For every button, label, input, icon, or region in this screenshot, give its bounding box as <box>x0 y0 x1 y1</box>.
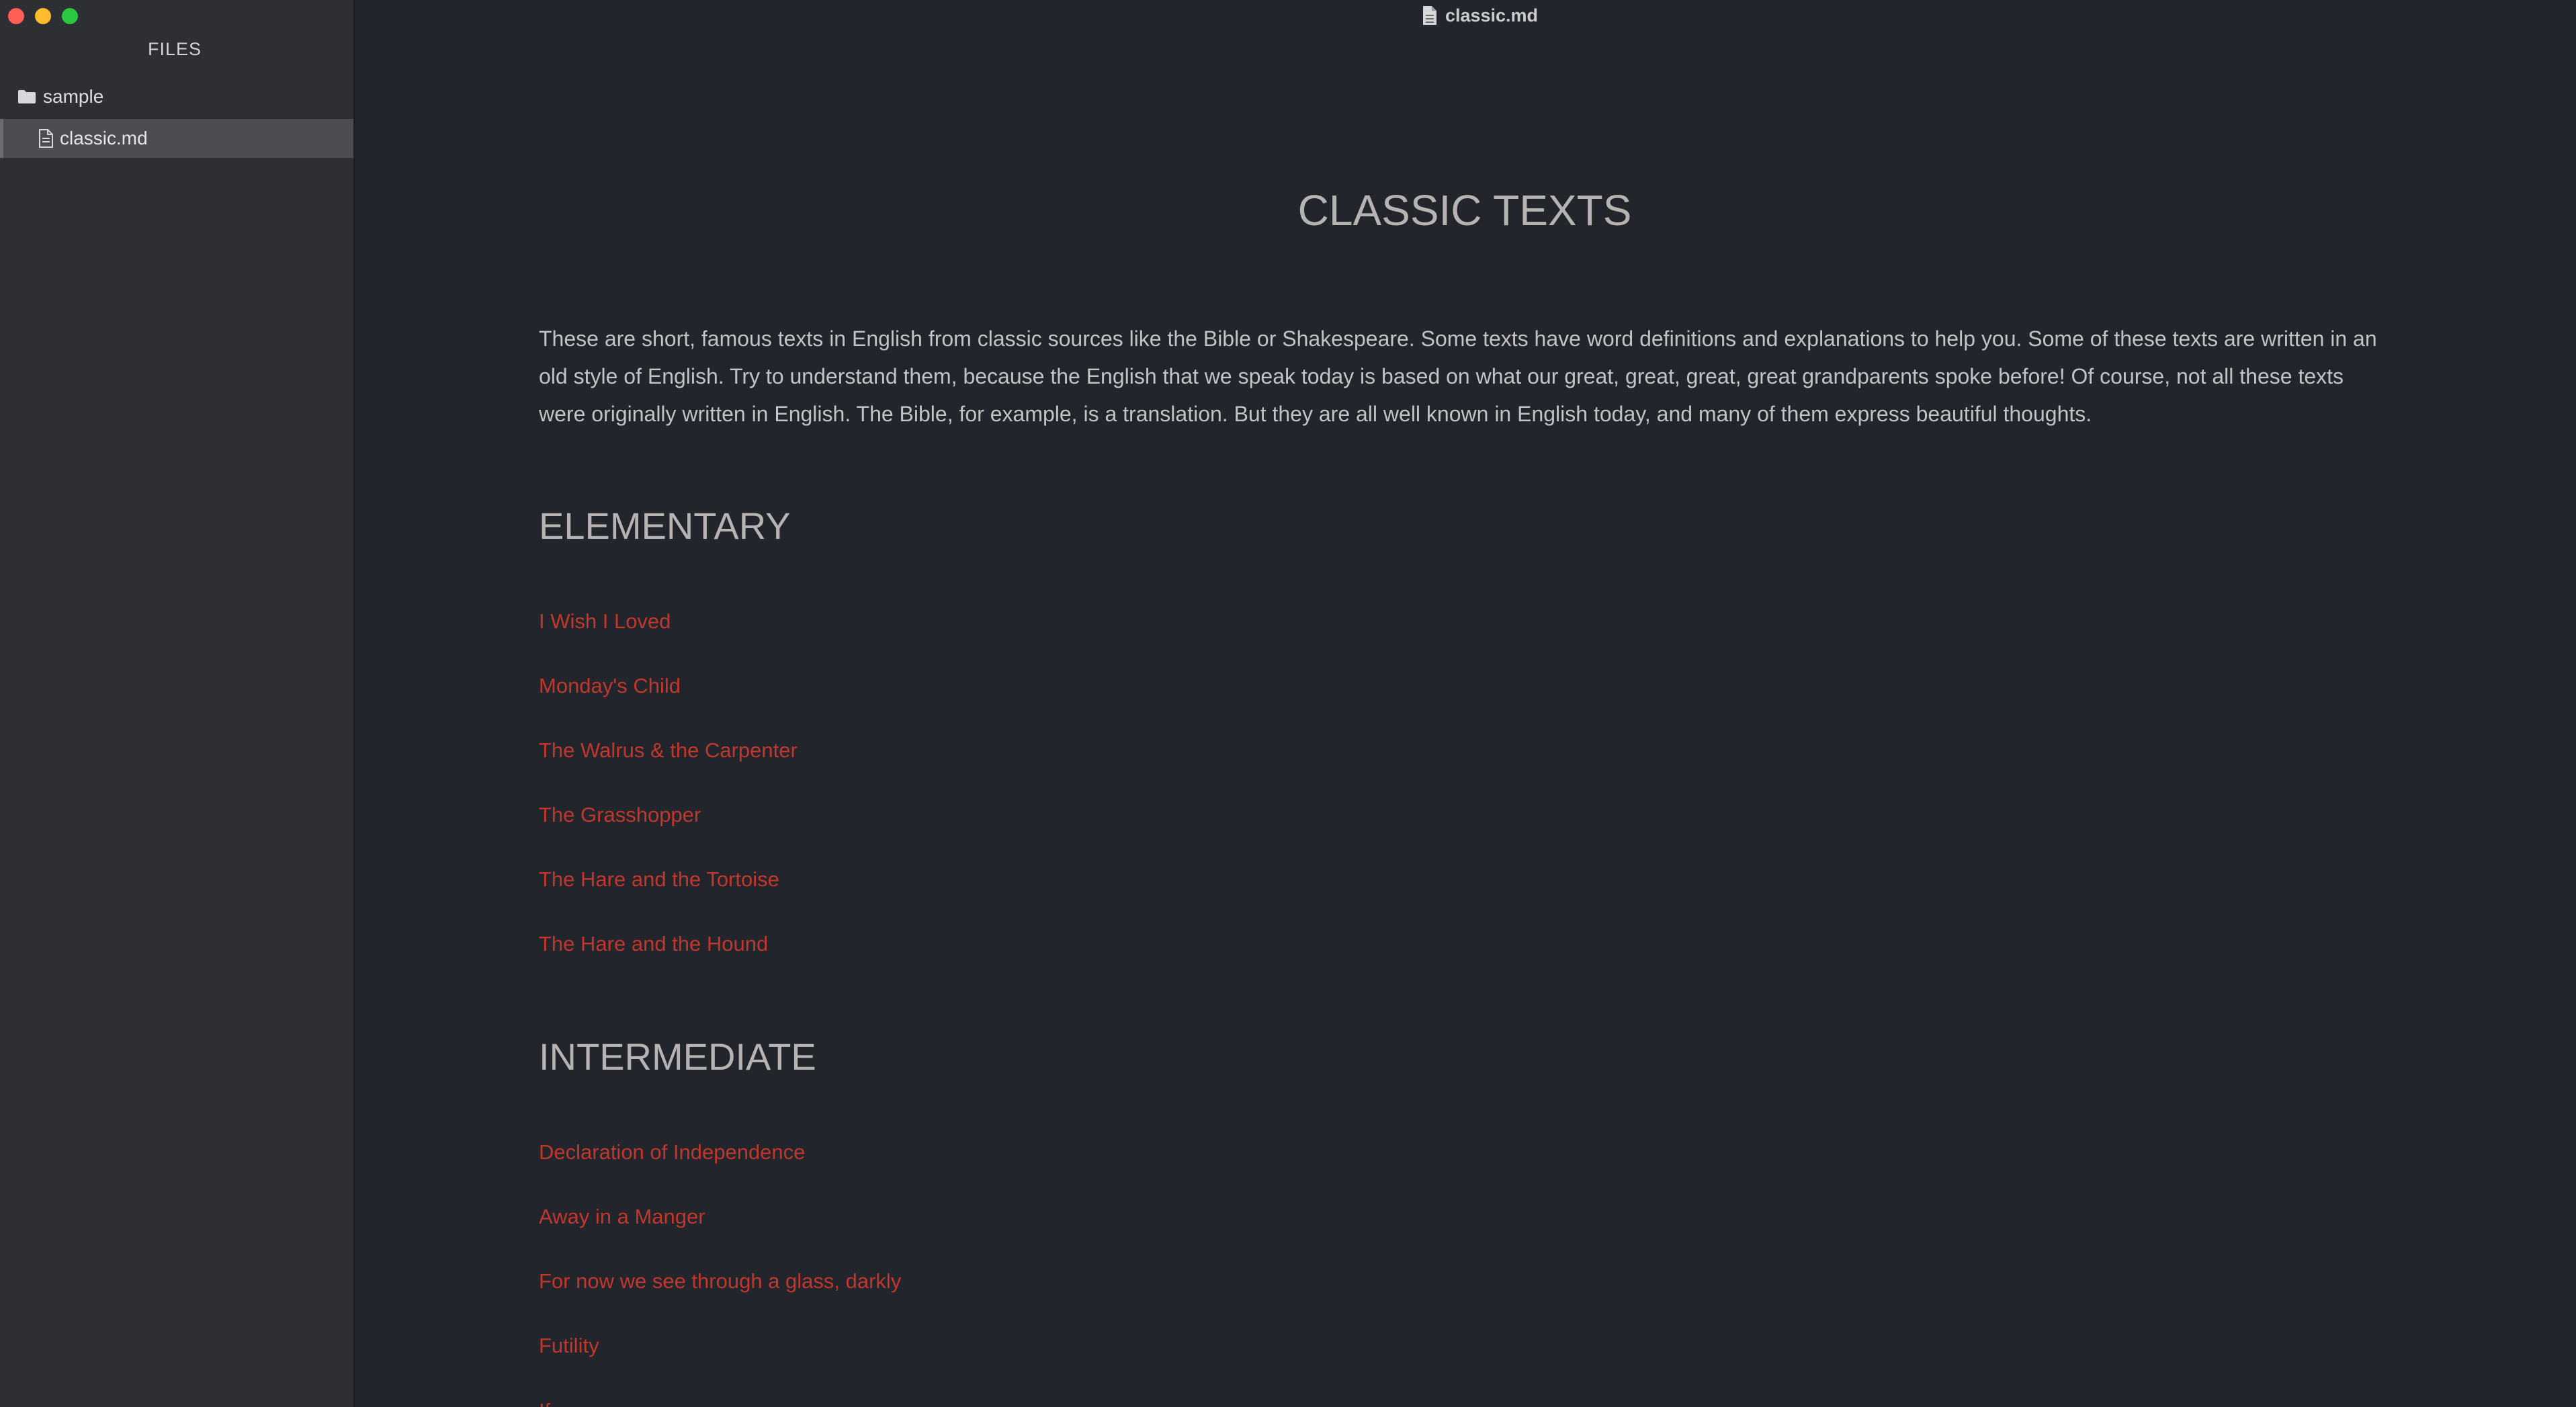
intro-paragraph: These are short, famous texts in English… <box>539 327 2377 426</box>
link-i-wish-i-loved[interactable]: I Wish I Loved <box>539 609 671 634</box>
file-icon <box>39 129 53 148</box>
window-controls <box>8 8 78 24</box>
document-title: CLASSIC TEXTS <box>1297 186 1632 234</box>
link-futility[interactable]: Futility <box>539 1334 599 1358</box>
close-window-button[interactable] <box>8 8 24 24</box>
link-the-grasshopper[interactable]: The Grasshopper <box>539 803 701 827</box>
section-heading-elementary: ELEMENTARY <box>539 505 791 547</box>
folder-icon <box>18 90 36 103</box>
minimize-window-button[interactable] <box>35 8 51 24</box>
link-hare-and-hound[interactable]: The Hare and the Hound <box>539 932 768 956</box>
link-if[interactable]: If <box>539 1398 550 1407</box>
link-walrus-and-carpenter[interactable]: The Walrus & the Carpenter <box>539 738 798 763</box>
window-title: classic.md <box>1445 5 1539 26</box>
link-through-a-glass-darkly[interactable]: For now we see through a glass, darkly <box>539 1269 901 1293</box>
files-header: FILES <box>147 39 202 59</box>
tree-file-classic-md[interactable]: classic.md <box>0 119 353 158</box>
link-mondays-child[interactable]: Monday's Child <box>539 674 681 698</box>
section-heading-intermediate: INTERMEDIATE <box>539 1035 816 1078</box>
link-hare-and-tortoise[interactable]: The Hare and the Tortoise <box>539 867 779 892</box>
maximize-window-button[interactable] <box>62 8 78 24</box>
document-icon <box>1422 6 1436 25</box>
tree-folder-sample[interactable]: sample <box>17 86 103 108</box>
file-sidebar: FILES sample classic.md <box>0 0 355 1407</box>
link-away-in-a-manger[interactable]: Away in a Manger <box>539 1205 705 1229</box>
link-declaration-of-independence[interactable]: Declaration of Independence <box>539 1140 805 1164</box>
tree-file-label: classic.md <box>60 128 148 148</box>
title-bar: classic.md <box>355 0 2576 31</box>
app-window: FILES sample classic.md classic.md CLASS… <box>0 0 2576 1407</box>
tree-folder-label: sample <box>43 86 104 107</box>
